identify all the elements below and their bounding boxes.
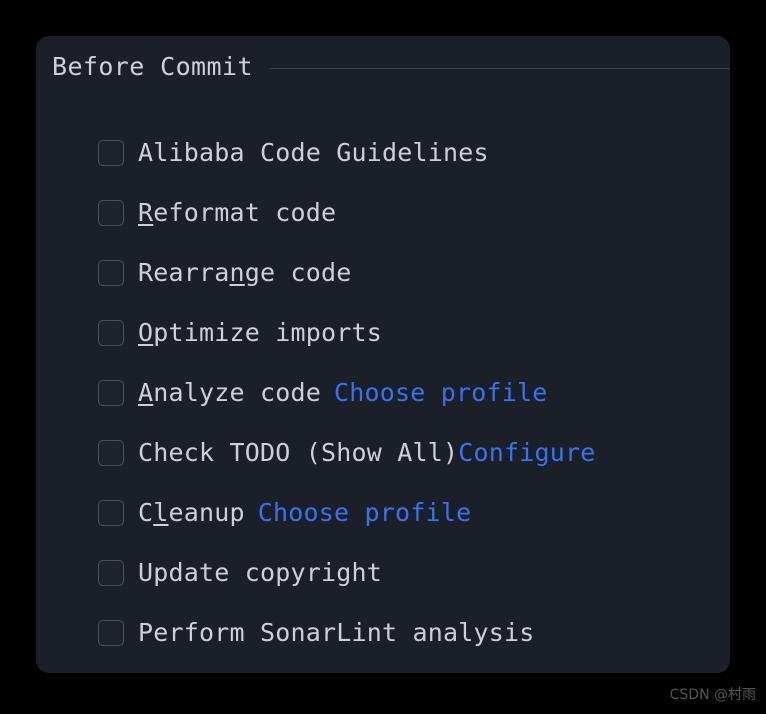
option-row-check-todo[interactable]: Check TODO (Show All) Configure xyxy=(98,423,730,483)
option-label-update-copyright: Update copyright xyxy=(138,558,382,588)
option-label-rearrange-code: Rearrange code xyxy=(138,258,352,288)
option-label-alibaba-code-guidelines: Alibaba Code Guidelines xyxy=(138,138,489,168)
group-title: Before Commit xyxy=(52,52,253,81)
group-header: Before Commit xyxy=(52,50,730,84)
option-row-analyze-code[interactable]: Analyze code Choose profile xyxy=(98,363,730,423)
option-row-perform-sonarlint-analysis[interactable]: Perform SonarLint analysis xyxy=(98,603,730,663)
label-post: Update copyright xyxy=(138,558,383,587)
option-row-alibaba-code-guidelines[interactable]: Alibaba Code Guidelines xyxy=(98,123,730,183)
label-mnemonic: n xyxy=(229,258,245,287)
option-row-update-copyright[interactable]: Update copyright xyxy=(98,543,730,603)
label-pre: Rearra xyxy=(138,258,230,287)
option-label-reformat-code: Reformat code xyxy=(138,198,336,228)
checkbox-perform-sonarlint-analysis[interactable] xyxy=(98,620,124,646)
label-mnemonic: A xyxy=(138,378,154,407)
link-cleanup[interactable]: Choose profile xyxy=(258,498,472,528)
option-label-optimize-imports: Optimize imports xyxy=(138,318,382,348)
option-row-cleanup[interactable]: Cleanup Choose profile xyxy=(98,483,730,543)
checkbox-alibaba-code-guidelines[interactable] xyxy=(98,140,124,166)
label-post: eanup xyxy=(168,498,245,527)
before-commit-options-list: Alibaba Code Guidelines Reformat code Rear… xyxy=(98,123,730,663)
label-mnemonic: R xyxy=(138,198,154,227)
option-label-cleanup: Cleanup xyxy=(138,498,245,528)
option-row-optimize-imports[interactable]: Optimize imports xyxy=(98,303,730,363)
option-label-analyze-code: Analyze code xyxy=(138,378,321,408)
label-post: Check TODO (Show All) xyxy=(138,438,459,467)
group-separator-rule xyxy=(268,68,730,69)
label-post: eformat code xyxy=(153,198,337,227)
label-mnemonic: O xyxy=(138,318,154,347)
label-post: ge code xyxy=(244,258,352,287)
option-row-reformat-code[interactable]: Reformat code xyxy=(98,183,730,243)
label-mnemonic: l xyxy=(153,498,169,527)
option-label-check-todo: Check TODO (Show All) xyxy=(138,438,458,468)
checkbox-cleanup[interactable] xyxy=(98,500,124,526)
link-analyze-code[interactable]: Choose profile xyxy=(334,378,548,408)
checkbox-optimize-imports[interactable] xyxy=(98,320,124,346)
screen-root: Before Commit Alibaba Code Guidelines Ref… xyxy=(0,0,766,714)
option-row-rearrange-code[interactable]: Rearrange code xyxy=(98,243,730,303)
label-post: Perform SonarLint analysis xyxy=(138,618,535,647)
csdn-watermark: CSDN @村雨 xyxy=(669,687,756,703)
label-post: Alibaba Code Guidelines xyxy=(138,138,489,167)
label-pre: C xyxy=(138,498,154,527)
option-label-perform-sonarlint-analysis: Perform SonarLint analysis xyxy=(138,618,535,648)
checkbox-rearrange-code[interactable] xyxy=(98,260,124,286)
checkbox-check-todo[interactable] xyxy=(98,440,124,466)
before-commit-panel: Before Commit Alibaba Code Guidelines Ref… xyxy=(36,36,730,673)
checkbox-update-copyright[interactable] xyxy=(98,560,124,586)
checkbox-analyze-code[interactable] xyxy=(98,380,124,406)
checkbox-reformat-code[interactable] xyxy=(98,200,124,226)
label-post: ptimize imports xyxy=(153,318,383,347)
link-check-todo[interactable]: Configure xyxy=(458,438,595,468)
label-post: nalyze code xyxy=(153,378,322,407)
